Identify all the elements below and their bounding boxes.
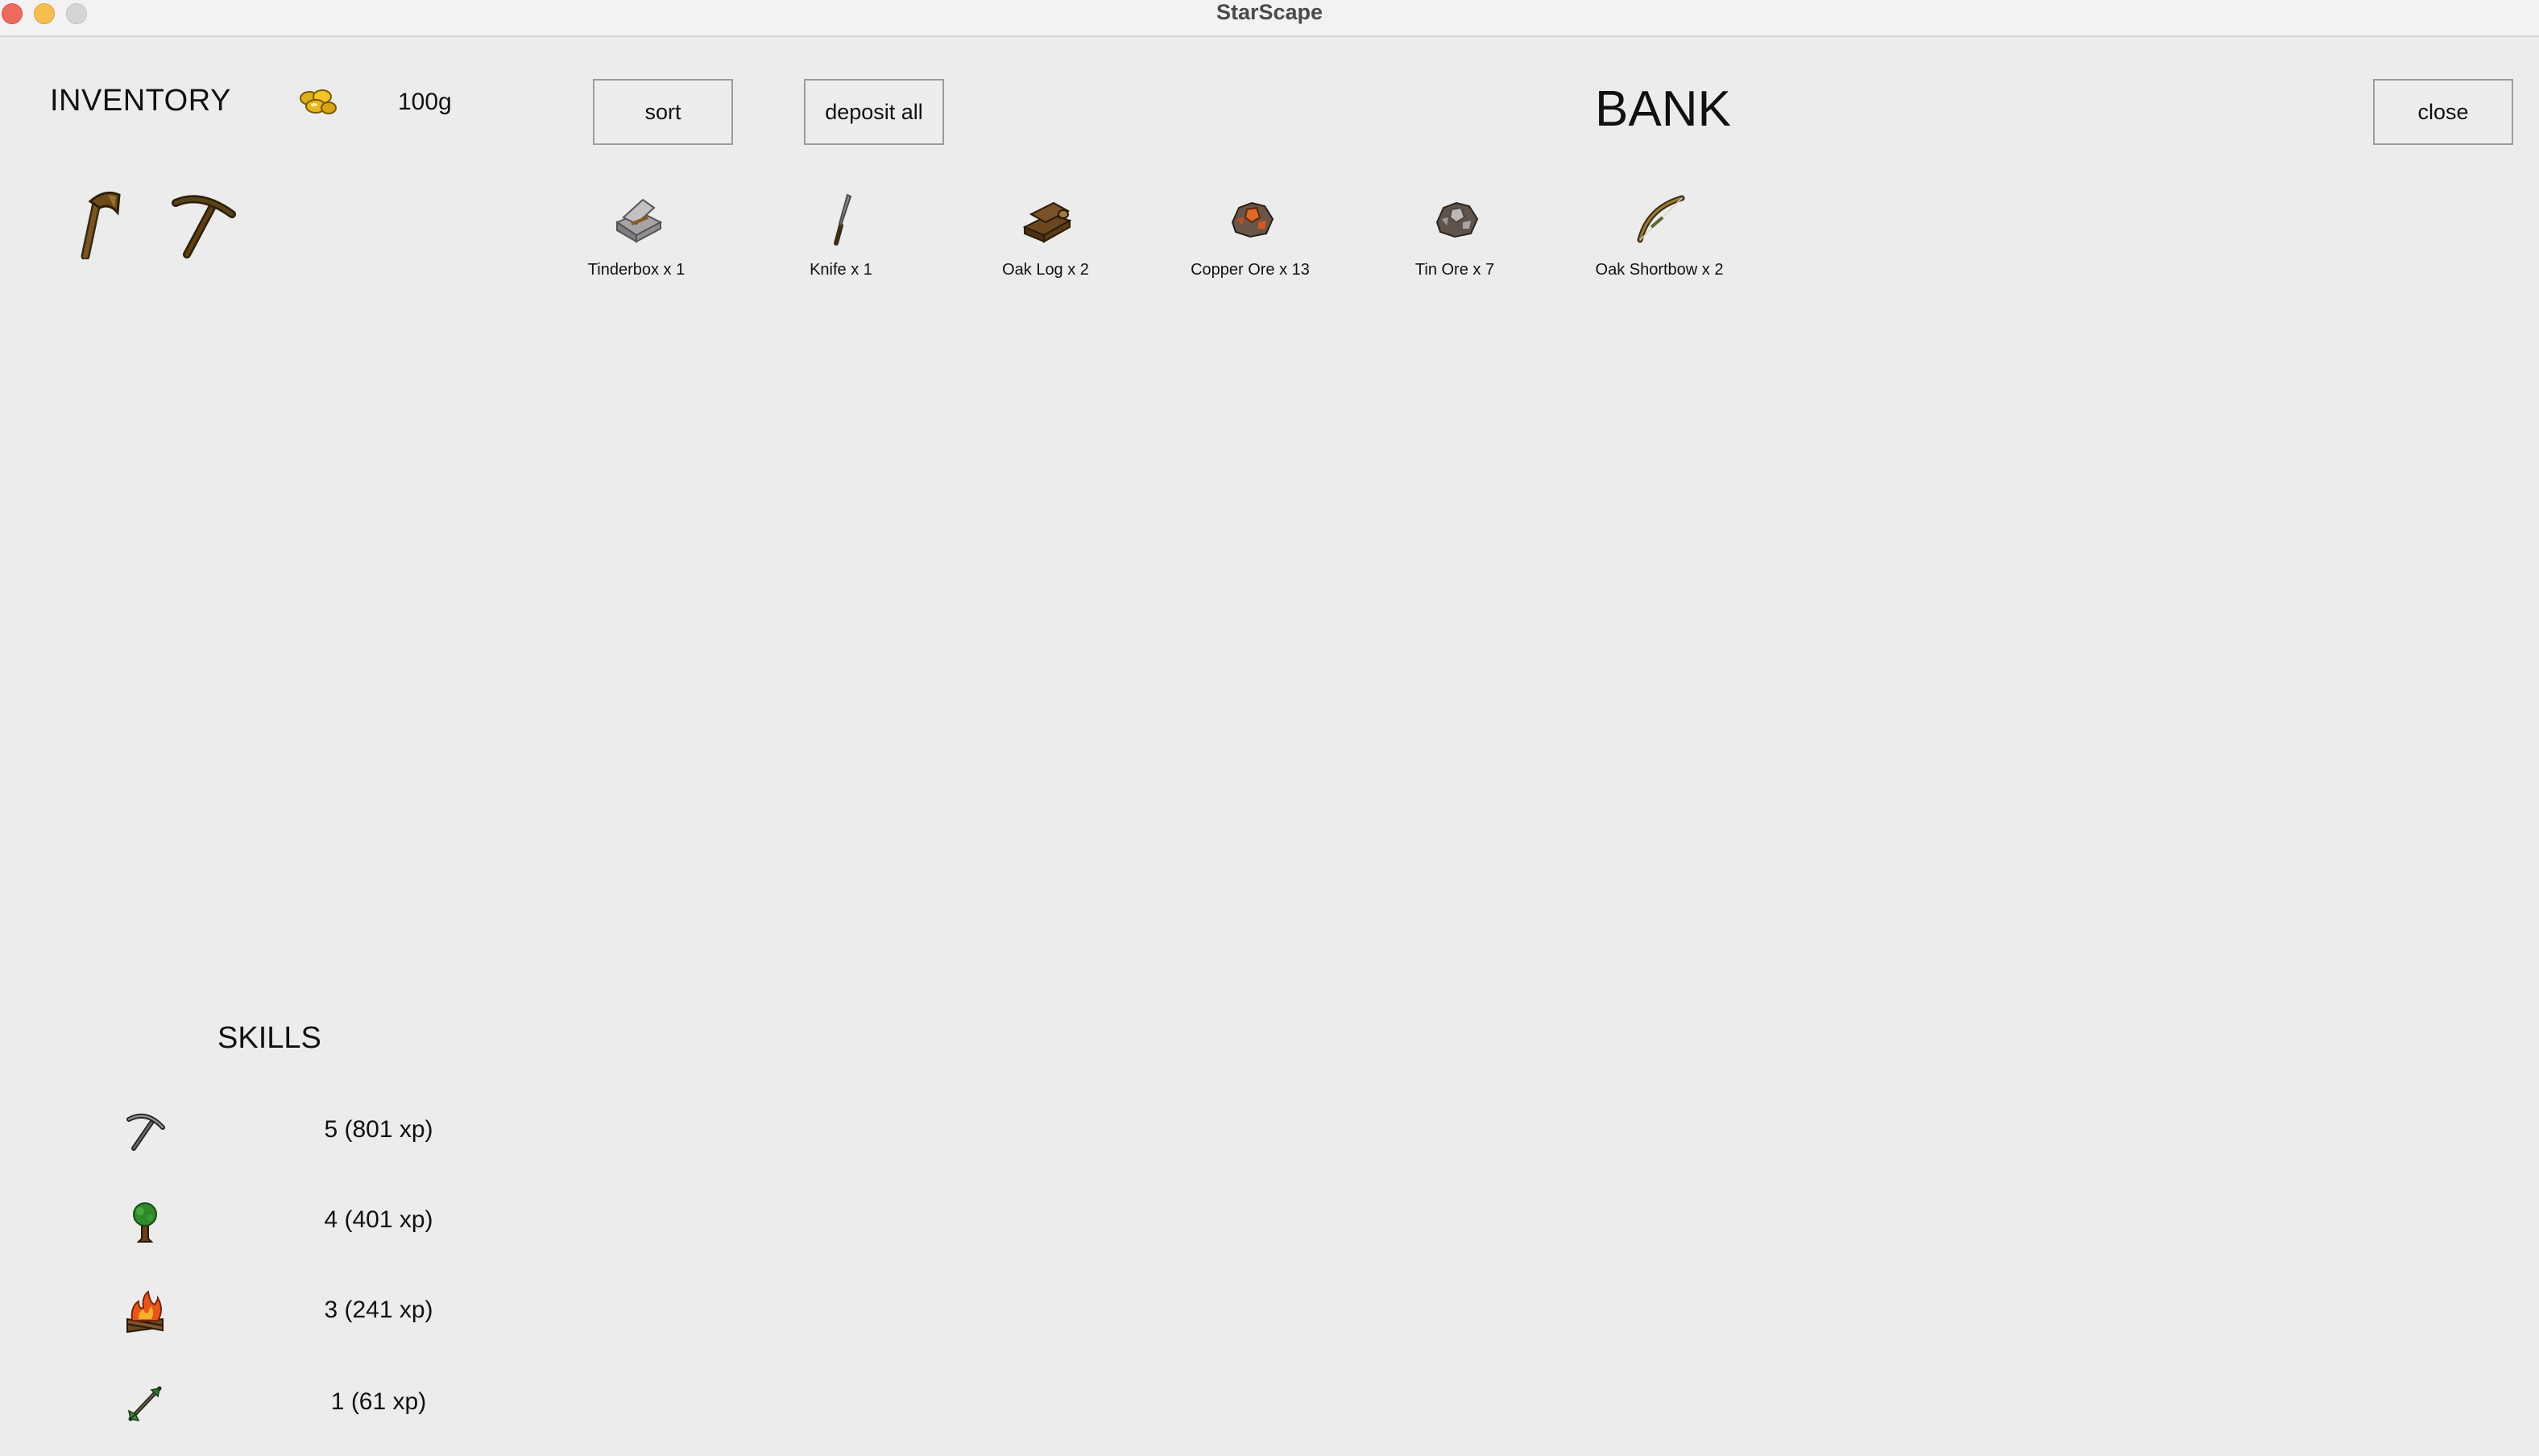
skills-title: SKILLS bbox=[217, 1021, 321, 1055]
oak-log-icon bbox=[1022, 201, 1072, 243]
inventory-title: INVENTORY bbox=[50, 84, 231, 118]
bank-item-oak-log[interactable]: Oak Log x 2 bbox=[957, 190, 1134, 287]
app-window: StarScape INVENTORY 100g sort deposit al… bbox=[0, 0, 2539, 1456]
skill-row-fletching: 1 (61 xp) bbox=[113, 1375, 451, 1432]
bank-item-label: Oak Shortbow x 2 bbox=[1595, 261, 1724, 279]
skill-value: 1 (61 xp) bbox=[330, 1388, 427, 1415]
close-button[interactable]: close bbox=[2373, 79, 2513, 145]
sort-button[interactable]: sort bbox=[593, 79, 733, 145]
knife-icon bbox=[834, 193, 852, 246]
skill-value: 4 (401 xp) bbox=[324, 1206, 433, 1233]
pickaxe-icon[interactable] bbox=[164, 187, 237, 259]
bank-item-label: Tin Ore x 7 bbox=[1414, 261, 1495, 279]
firemaking-fire-icon bbox=[126, 1290, 164, 1334]
tin-ore-icon bbox=[1435, 201, 1479, 238]
skill-row-mining: 5 (801 xp) bbox=[113, 1103, 451, 1160]
bank-item-label: Copper Ore x 13 bbox=[1191, 261, 1310, 279]
window-title: StarScape bbox=[1216, 0, 1323, 24]
fletching-arrow-icon bbox=[127, 1386, 162, 1422]
bank-item-label: Oak Log x 2 bbox=[1002, 261, 1089, 279]
hatchet-icon[interactable] bbox=[58, 187, 130, 259]
oak-shortbow-icon bbox=[1637, 195, 1685, 243]
tinderbox-icon bbox=[615, 198, 663, 243]
gold-amount: 100g bbox=[398, 89, 452, 115]
bank-item-copper-ore[interactable]: Copper Ore x 13 bbox=[1162, 190, 1339, 287]
title-bar: StarScape bbox=[0, 0, 2539, 37]
skill-value: 5 (801 xp) bbox=[324, 1116, 433, 1143]
woodcutting-tree-icon bbox=[133, 1202, 157, 1243]
copper-ore-icon bbox=[1231, 201, 1274, 238]
skill-row-firemaking: 3 (241 xp) bbox=[113, 1284, 451, 1340]
bank-item-tinderbox[interactable]: Tinderbox x 1 bbox=[548, 190, 725, 287]
bank-item-label: Tinderbox x 1 bbox=[587, 261, 685, 279]
deposit-all-button[interactable]: deposit all bbox=[804, 79, 944, 145]
mining-pickaxe-icon bbox=[126, 1113, 165, 1151]
bank-item-oak-shortbow[interactable]: Oak Shortbow x 2 bbox=[1571, 190, 1748, 287]
gold-coins-icon bbox=[300, 89, 337, 114]
skill-row-woodcutting: 4 (401 xp) bbox=[113, 1193, 451, 1250]
bank-title: BANK bbox=[1595, 81, 1731, 137]
bank-item-label: Knife x 1 bbox=[810, 261, 872, 279]
bank-item-knife[interactable]: Knife x 1 bbox=[752, 190, 930, 287]
bank-item-tin-ore[interactable]: Tin Ore x 7 bbox=[1366, 190, 1543, 287]
skill-value: 3 (241 xp) bbox=[324, 1297, 433, 1323]
